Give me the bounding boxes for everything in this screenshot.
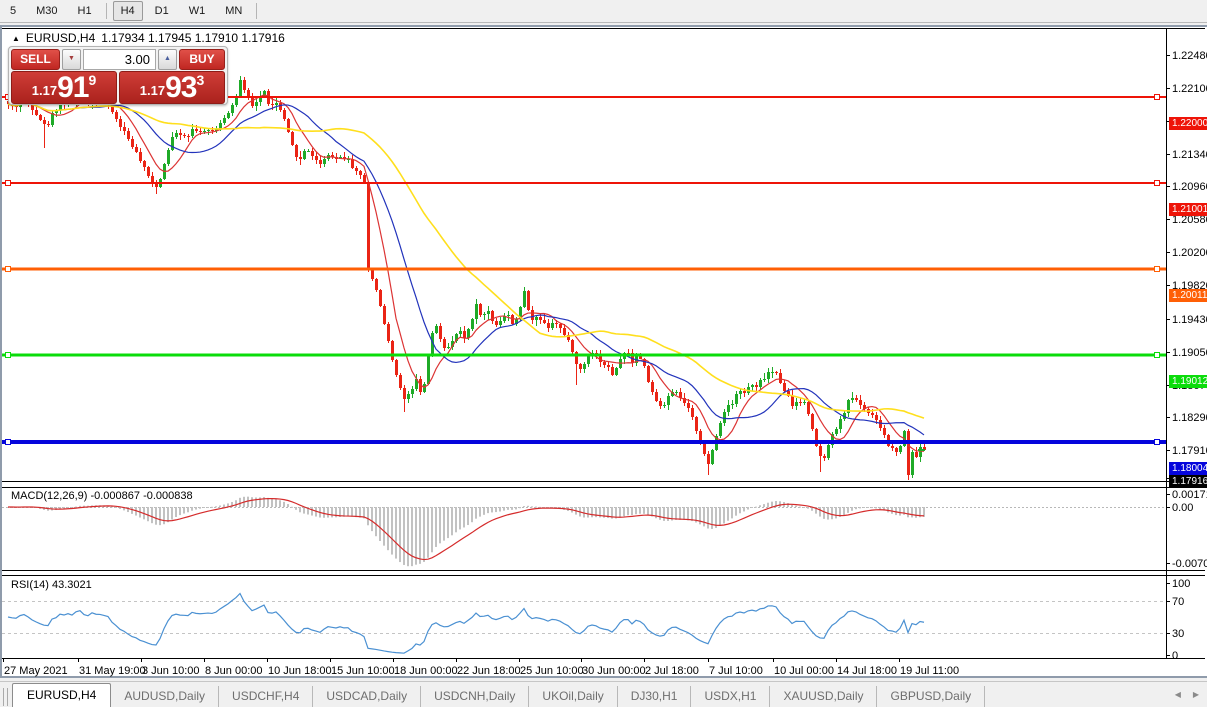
tab-scroll-left-icon[interactable]: ◀ [1175, 690, 1181, 700]
collapse-panel-icon[interactable]: ▲ [12, 34, 20, 43]
chart-tab-usdcnh-daily[interactable]: USDCNH,Daily [421, 686, 530, 707]
time-label: 10 Jun 18:00 [268, 665, 332, 677]
time-label: 10 Jul 00:00 [774, 665, 834, 677]
sell-button[interactable]: SELL [11, 49, 60, 70]
tab-scroll-arrows: ◀ ▶ [1175, 690, 1199, 700]
buy-price-prefix: 1.17 [139, 83, 166, 98]
toolbar-separator [256, 3, 258, 19]
volume-increase-button[interactable]: ▲ [158, 49, 177, 70]
time-label: 18 Jun 00:00 [394, 665, 458, 677]
chart-tab-bar: EURUSD,H4 AUDUSD,Daily USDCHF,H4 USDCAD,Dai… [0, 681, 1207, 707]
chart-ohlc-quotes: 1.17934 1.17945 1.17910 1.17916 [101, 31, 285, 45]
macd-indicator-label: MACD(12,26,9) -0.000867 -0.000838 [11, 490, 193, 502]
time-label: 15 Jun 10:00 [331, 665, 395, 677]
time-label: 3 Jun 10:00 [142, 665, 200, 677]
time-label: 31 May 19:00 [79, 665, 146, 677]
chart-tab-ukoil-daily[interactable]: UKOil,Daily [529, 686, 618, 707]
timeframe-button-mn[interactable]: MN [217, 1, 250, 21]
sell-price-point: 9 [88, 72, 97, 88]
price-tag-1.17916[interactable]: 1.17916 [1169, 475, 1207, 488]
time-label: 8 Jun 00:00 [205, 665, 263, 677]
time-label: 7 Jul 10:00 [709, 665, 763, 677]
time-axis: 27 May 2021 31 May 19:00 3 Jun 10:00 8 Jun … [2, 663, 1167, 679]
buy-price-display[interactable]: 1.17 93 3 [119, 71, 225, 104]
buy-button[interactable]: BUY [179, 49, 225, 70]
chart-tab-xauusd-daily[interactable]: XAUUSD,Daily [770, 686, 878, 707]
chart-tab-gbpusd-daily[interactable]: GBPUSD,Daily [877, 686, 986, 707]
chart-tab-usdcad-daily[interactable]: USDCAD,Daily [313, 686, 422, 707]
time-label: 25 Jun 10:00 [520, 665, 584, 677]
timeframe-button-d1[interactable]: D1 [147, 1, 177, 21]
chart-tab-dj30-h1[interactable]: DJ30,H1 [618, 686, 692, 707]
sell-price-prefix: 1.17 [31, 83, 58, 98]
chart-header: ▲ EURUSD,H4 1.17934 1.17945 1.17910 1.17… [12, 31, 285, 45]
buy-price-point: 3 [196, 72, 205, 88]
chart-tab-usdx-h1[interactable]: USDX,H1 [691, 686, 771, 707]
triangle-down-icon: ▼ [68, 55, 75, 62]
rsi-indicator-label: RSI(14) 43.3021 [11, 579, 92, 591]
triangle-up-icon: ▲ [164, 55, 171, 62]
volume-decrease-button[interactable]: ▼ [62, 49, 81, 70]
sell-price-display[interactable]: 1.17 91 9 [11, 71, 117, 104]
price-tag-1.21001[interactable]: 1.21001 [1169, 203, 1207, 216]
chart-window: ▲ EURUSD,H4 1.17934 1.17945 1.17910 1.17… [0, 25, 1207, 680]
tab-bar-grip-icon [3, 688, 8, 706]
time-label: 14 Jul 18:00 [837, 665, 897, 677]
chart-symbol-period: EURUSD,H4 [25, 31, 96, 45]
chart-tab-audusd-daily[interactable]: AUDUSD,Daily [111, 686, 220, 707]
timeframe-button-h1[interactable]: H1 [70, 1, 100, 21]
time-label: 22 Jun 18:00 [457, 665, 521, 677]
mt4-terminal: { "toolbar": { "timeframes": [ {"label":… [0, 0, 1207, 707]
chart-tab-eurusd-h4[interactable]: EURUSD,H4 [12, 683, 112, 707]
time-label: 19 Jul 11:00 [900, 665, 960, 677]
tab-scroll-right-icon[interactable]: ▶ [1193, 690, 1199, 700]
timeframe-button-5[interactable]: 5 [2, 1, 24, 21]
timeframe-button-w1[interactable]: W1 [181, 1, 214, 21]
one-click-trading-panel: SELL ▼ ▲ BUY 1.17 91 9 1.17 93 3 [8, 46, 228, 105]
sell-price-pips: 91 [57, 71, 89, 104]
price-tag-1.19012[interactable]: 1.19012 [1169, 375, 1207, 388]
timeframe-toolbar: 5 M30 H1 H4 D1 W1 MN [0, 0, 1207, 23]
chart-canvas[interactable] [0, 25, 1207, 680]
price-tag-1.18004[interactable]: 1.18004 [1169, 462, 1207, 475]
toolbar-separator [105, 3, 107, 19]
volume-input[interactable] [83, 49, 156, 70]
time-label: 30 Jun 00:00 [582, 665, 646, 677]
chart-tab-usdchf-h4[interactable]: USDCHF,H4 [219, 686, 314, 707]
price-tag-1.20011[interactable]: 1.20011 [1169, 289, 1207, 302]
timeframe-button-h4[interactable]: H4 [112, 1, 143, 21]
time-label: 2 Jul 18:00 [645, 665, 699, 677]
timeframe-button-m30[interactable]: M30 [28, 1, 65, 21]
time-label: 27 May 2021 [4, 665, 68, 677]
price-tag-1.22000[interactable]: 1.22000 [1169, 117, 1207, 130]
buy-price-pips: 93 [165, 71, 197, 104]
